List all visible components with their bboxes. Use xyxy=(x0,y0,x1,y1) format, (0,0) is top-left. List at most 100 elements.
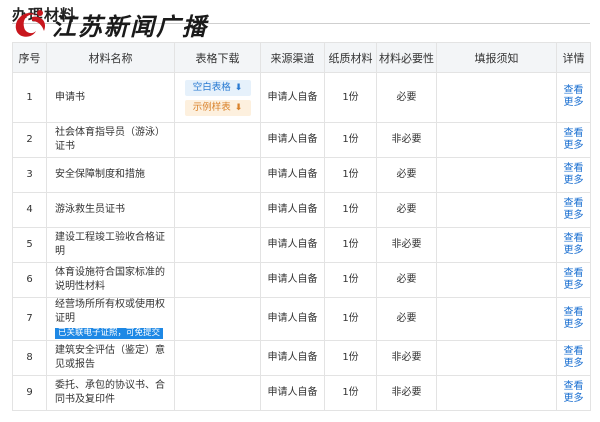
necessity: 必要 xyxy=(376,157,437,193)
section-header: 办理材料 江苏新闻广播 xyxy=(0,0,600,42)
row-index: 4 xyxy=(12,192,47,228)
table-row: 6 体育设施符合国家标准的说明性材料 申请人自备 1份 必要 查看更多 xyxy=(12,262,591,298)
row-index: 7 xyxy=(12,297,47,341)
row-index: 1 xyxy=(12,72,47,123)
table-row: 3 安全保障制度和措施 申请人自备 1份 必要 查看更多 xyxy=(12,157,591,193)
header-notes: 填报须知 xyxy=(436,42,557,73)
view-more-link[interactable]: 查看更多 xyxy=(562,381,586,405)
download-cell xyxy=(174,375,261,411)
materials-table: 序号 材料名称 表格下载 来源渠道 纸质材料 材料必要性 填报须知 详情 1 申… xyxy=(12,42,591,411)
logo-mark-icon xyxy=(10,7,50,41)
view-more-link[interactable]: 查看更多 xyxy=(562,128,586,152)
e-license-badge: 已关联电子证照，可免提交 xyxy=(55,328,164,339)
notes xyxy=(436,72,557,123)
notes xyxy=(436,227,557,263)
sample-form-label: 示例样表 xyxy=(192,101,231,113)
paper-count: 1份 xyxy=(324,192,377,228)
notes xyxy=(436,192,557,228)
notes xyxy=(436,297,557,341)
material-name-cell: 经营场所所有权或使用权证明 已关联电子证照，可免提交 xyxy=(46,297,175,341)
necessity: 必要 xyxy=(376,297,437,341)
necessity: 非必要 xyxy=(376,227,437,263)
table-row: 4 游泳救生员证书 申请人自备 1份 必要 查看更多 xyxy=(12,192,591,228)
detail-cell: 查看更多 xyxy=(556,72,591,123)
necessity: 非必要 xyxy=(376,375,437,411)
source: 申请人自备 xyxy=(260,157,325,193)
material-name: 经营场所所有权或使用权证明 xyxy=(55,299,165,324)
download-cell xyxy=(174,340,261,376)
detail-cell: 查看更多 xyxy=(556,122,591,158)
notes xyxy=(436,375,557,411)
sample-form-button[interactable]: 示例样表 ⬇ xyxy=(184,99,251,116)
detail-cell: 查看更多 xyxy=(556,297,591,341)
notes xyxy=(436,157,557,193)
row-index: 9 xyxy=(12,375,47,411)
table-row: 5 建设工程竣工验收合格证明 申请人自备 1份 非必要 查看更多 xyxy=(12,227,591,263)
view-more-link[interactable]: 查看更多 xyxy=(562,163,586,187)
material-name: 社会体育指导员（游泳）证书 xyxy=(46,122,175,158)
source: 申请人自备 xyxy=(260,340,325,376)
download-cell xyxy=(174,122,261,158)
view-more-link[interactable]: 查看更多 xyxy=(562,346,586,370)
paper-count: 1份 xyxy=(324,122,377,158)
watermark-logo: 江苏新闻广播 xyxy=(10,6,208,42)
header-material-name: 材料名称 xyxy=(46,42,175,73)
source: 申请人自备 xyxy=(260,72,325,123)
table-header-row: 序号 材料名称 表格下载 来源渠道 纸质材料 材料必要性 填报须知 详情 xyxy=(12,42,591,73)
view-more-link[interactable]: 查看更多 xyxy=(562,268,586,292)
blank-form-button[interactable]: 空白表格 ⬇ xyxy=(184,79,251,96)
logo-text: 江苏新闻广播 xyxy=(52,11,208,41)
source: 申请人自备 xyxy=(260,122,325,158)
table-row: 2 社会体育指导员（游泳）证书 申请人自备 1份 非必要 查看更多 xyxy=(12,122,591,158)
header-details: 详情 xyxy=(556,42,591,73)
download-cell xyxy=(174,297,261,341)
detail-cell: 查看更多 xyxy=(556,227,591,263)
paper-count: 1份 xyxy=(324,227,377,263)
header-paper: 纸质材料 xyxy=(324,42,377,73)
view-more-link[interactable]: 查看更多 xyxy=(562,307,586,331)
download-cell xyxy=(174,157,261,193)
detail-cell: 查看更多 xyxy=(556,340,591,376)
necessity: 非必要 xyxy=(376,340,437,376)
source: 申请人自备 xyxy=(260,375,325,411)
source: 申请人自备 xyxy=(260,262,325,298)
view-more-link[interactable]: 查看更多 xyxy=(562,85,586,109)
blank-form-label: 空白表格 xyxy=(192,81,231,93)
notes xyxy=(436,340,557,376)
material-name: 游泳救生员证书 xyxy=(46,192,175,228)
detail-cell: 查看更多 xyxy=(556,262,591,298)
download-cell xyxy=(174,192,261,228)
necessity: 非必要 xyxy=(376,122,437,158)
source: 申请人自备 xyxy=(260,297,325,341)
notes xyxy=(436,262,557,298)
necessity: 必要 xyxy=(376,72,437,123)
download-icon: ⬇ xyxy=(234,102,243,113)
paper-count: 1份 xyxy=(324,340,377,376)
header-source: 来源渠道 xyxy=(260,42,325,73)
table-row: 1 申请书 空白表格 ⬇ 示例样表 ⬇ 申请人自备 1份 必要 查看更多 xyxy=(12,72,591,123)
necessity: 必要 xyxy=(376,262,437,298)
paper-count: 1份 xyxy=(324,157,377,193)
download-cell: 空白表格 ⬇ 示例样表 ⬇ xyxy=(174,72,261,123)
material-name: 建筑安全评估（鉴定）意见或报告 xyxy=(46,340,175,376)
material-name: 委托、承包的协议书、合同书及复印件 xyxy=(46,375,175,411)
paper-count: 1份 xyxy=(324,297,377,341)
paper-count: 1份 xyxy=(324,262,377,298)
table-row: 8 建筑安全评估（鉴定）意见或报告 申请人自备 1份 非必要 查看更多 xyxy=(12,340,591,376)
material-name: 建设工程竣工验收合格证明 xyxy=(46,227,175,263)
download-icon: ⬇ xyxy=(234,82,243,93)
header-form-download: 表格下载 xyxy=(174,42,261,73)
source: 申请人自备 xyxy=(260,192,325,228)
detail-cell: 查看更多 xyxy=(556,157,591,193)
source: 申请人自备 xyxy=(260,227,325,263)
view-more-link[interactable]: 查看更多 xyxy=(562,198,586,222)
paper-count: 1份 xyxy=(324,72,377,123)
view-more-link[interactable]: 查看更多 xyxy=(562,233,586,257)
download-cell xyxy=(174,227,261,263)
download-cell xyxy=(174,262,261,298)
detail-cell: 查看更多 xyxy=(556,192,591,228)
table-row: 9 委托、承包的协议书、合同书及复印件 申请人自备 1份 非必要 查看更多 xyxy=(12,375,591,411)
table-row: 7 经营场所所有权或使用权证明 已关联电子证照，可免提交 申请人自备 1份 必要… xyxy=(12,297,591,341)
material-name: 体育设施符合国家标准的说明性材料 xyxy=(46,262,175,298)
material-name: 安全保障制度和措施 xyxy=(46,157,175,193)
